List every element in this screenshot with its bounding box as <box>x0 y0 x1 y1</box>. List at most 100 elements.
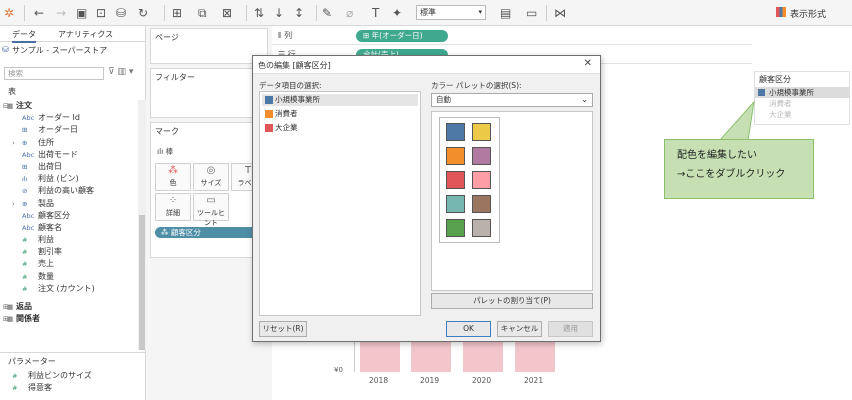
mark-type-select[interactable]: ılı 棒 <box>151 144 267 159</box>
new-datasource-icon[interactable]: ⊡ <box>96 4 106 22</box>
field-item[interactable]: ⊞ オーダー日 <box>0 124 138 136</box>
back-icon[interactable]: ← <box>34 4 44 22</box>
field-item[interactable]: ⊞ 出荷日 <box>0 161 138 173</box>
group-icon[interactable]: ⌀ <box>346 4 353 22</box>
presentation-icon[interactable]: ▭ <box>526 4 537 22</box>
show-me-button[interactable]: 表示形式 <box>790 7 826 20</box>
scrollbar-thumb[interactable] <box>139 215 145 350</box>
fit-select[interactable]: 標準 ▾ <box>416 5 486 20</box>
sort-descending-icon[interactable]: ↕ <box>294 4 304 22</box>
field-item[interactable]: # 利益 <box>0 234 138 246</box>
cancel-button[interactable]: キャンセル <box>497 321 542 337</box>
apply-button[interactable]: 適用 <box>548 321 593 337</box>
field-item[interactable]: ılı 利益 (ビン) <box>0 173 138 185</box>
palette-select[interactable]: 自動 ⌄ <box>431 93 593 107</box>
bar-2021[interactable] <box>515 338 555 372</box>
field-item[interactable]: # 割引率 <box>0 246 138 258</box>
highlight-icon[interactable]: ✎ <box>322 4 332 22</box>
callout-pointer <box>718 100 755 141</box>
columns-pill[interactable]: ⊞ 年(オーダー日) <box>356 30 448 42</box>
parameter-icon: # <box>12 384 18 393</box>
table-header[interactable]: ⊞ ▦ 返品 <box>0 301 138 313</box>
palette-swatches <box>439 117 500 243</box>
bar-2018[interactable] <box>360 338 400 372</box>
parameters-section: パラメーター # 利益ビンのサイズ # 得意客 <box>0 352 146 394</box>
field-item[interactable]: Abc 顧客区分 <box>0 210 138 222</box>
show-labels-icon[interactable]: T <box>372 4 379 22</box>
field-item[interactable]: › ⊕ 住所 <box>0 137 138 149</box>
pin-icon[interactable]: ✦ <box>392 4 402 22</box>
pages-card[interactable]: ページ <box>150 28 268 64</box>
save-icon[interactable]: ▣ <box>76 4 87 22</box>
table-header[interactable]: ⊟ ▦ 注文 <box>0 100 138 112</box>
field-item[interactable]: ⊘ 利益の高い顧客 <box>0 185 138 197</box>
plus-icon: ⊞ <box>363 31 372 40</box>
tab-analytics[interactable]: アナリティクス <box>58 29 113 40</box>
parameter-item[interactable]: # 得意客 <box>0 382 146 394</box>
parameter-item[interactable]: # 利益ビンのサイズ <box>0 370 146 382</box>
tooltip-button[interactable]: ▭ ツールヒント <box>193 193 229 227</box>
filters-card[interactable]: フィルター <box>150 68 268 118</box>
table-header[interactable]: ⊞ ▦ 関係者 <box>0 313 138 325</box>
show-me-icon[interactable] <box>776 7 786 17</box>
field-name: 出荷日 <box>38 161 62 171</box>
data-item[interactable]: 大企業 <box>262 122 420 134</box>
palette-swatch[interactable] <box>472 219 491 237</box>
field-item[interactable]: # 注文 (カウント) <box>0 283 138 295</box>
tab-data[interactable]: データ <box>12 29 36 43</box>
data-item[interactable]: 小規模事業所 <box>262 94 418 106</box>
field-type-icon: Abc <box>22 150 35 159</box>
ok-button[interactable]: OK <box>446 321 491 337</box>
share-icon[interactable]: ⋈ <box>554 4 566 22</box>
datasource-name[interactable]: サンプル - スーパーストア <box>12 45 107 56</box>
palette-swatch[interactable] <box>472 195 491 213</box>
clear-sheet-icon[interactable]: ⊠ <box>222 4 232 22</box>
palette-swatch[interactable] <box>446 195 465 213</box>
field-search-input[interactable]: 検索 <box>4 67 104 80</box>
field-type-icon: # <box>22 248 28 257</box>
detail-button[interactable]: ⁘ 詳細 <box>155 193 191 221</box>
field-type-icon: Abc <box>22 211 35 220</box>
field-item[interactable]: Abc オーダー Id <box>0 112 138 124</box>
close-icon[interactable]: ✕ <box>584 58 592 69</box>
bar-2019[interactable] <box>411 338 451 372</box>
palette-swatch[interactable] <box>446 219 465 237</box>
sort-ascending-icon[interactable]: ↓ <box>274 4 284 22</box>
field-item[interactable]: # 数量 <box>0 271 138 283</box>
field-name: 住所 <box>38 137 54 147</box>
show-cards-icon[interactable]: ▤ <box>500 4 511 22</box>
new-worksheet-icon[interactable]: ⊞ <box>172 4 182 22</box>
data-item[interactable]: 消費者 <box>262 108 420 120</box>
columns-shelf[interactable]: ⦀ 列 ⊞ 年(オーダー日) <box>272 26 752 45</box>
size-button[interactable]: ◎ サイズ <box>193 163 229 191</box>
field-item[interactable]: # 売上 <box>0 258 138 270</box>
legend-item[interactable]: 小規模事業所 <box>755 87 849 98</box>
palette-swatch[interactable] <box>472 171 491 189</box>
filter-icon[interactable]: ⊽ ▥ ▾ <box>108 67 133 77</box>
palette-swatch[interactable] <box>472 147 491 165</box>
bar-2020[interactable] <box>463 338 503 372</box>
palette-swatch[interactable] <box>446 147 465 165</box>
field-item[interactable]: Abc 出荷モード <box>0 149 138 161</box>
reset-button[interactable]: リセット(R) <box>259 321 307 337</box>
field-item[interactable]: Abc 顧客名 <box>0 222 138 234</box>
datasource-icon[interactable]: ⛁ <box>116 4 126 22</box>
palette-swatch[interactable] <box>472 123 491 141</box>
field-item[interactable]: › ⊕ 製品 <box>0 198 138 210</box>
expand-icon[interactable]: › <box>12 137 15 149</box>
tableau-logo-icon[interactable]: ✲ <box>4 4 14 22</box>
palette-swatch[interactable] <box>446 123 465 141</box>
refresh-icon[interactable]: ↻ <box>138 4 148 22</box>
forward-icon[interactable]: → <box>56 4 66 22</box>
chevron-down-icon: ▾ <box>478 8 482 16</box>
palette-swatch[interactable] <box>446 171 465 189</box>
expand-icon[interactable]: › <box>12 198 15 210</box>
field-list-scrollbar[interactable] <box>138 100 146 350</box>
duplicate-icon[interactable]: ⧉ <box>198 4 207 22</box>
color-button[interactable]: ⁂ 色 <box>155 163 191 191</box>
swap-icon[interactable]: ⇅ <box>254 4 264 22</box>
marks-card: マーク ılı 棒 ⁂ 色 ◎ サイズ T ラベル ⁘ 詳細 ▭ ツールヒント ⁂ 顧客区… <box>150 122 268 258</box>
color-field-pill[interactable]: ⁂ 顧客区分 <box>155 227 265 238</box>
legend-title[interactable]: 顧客区分 <box>755 72 849 87</box>
assign-palette-button[interactable]: パレットの割り当て(P) <box>431 293 593 309</box>
